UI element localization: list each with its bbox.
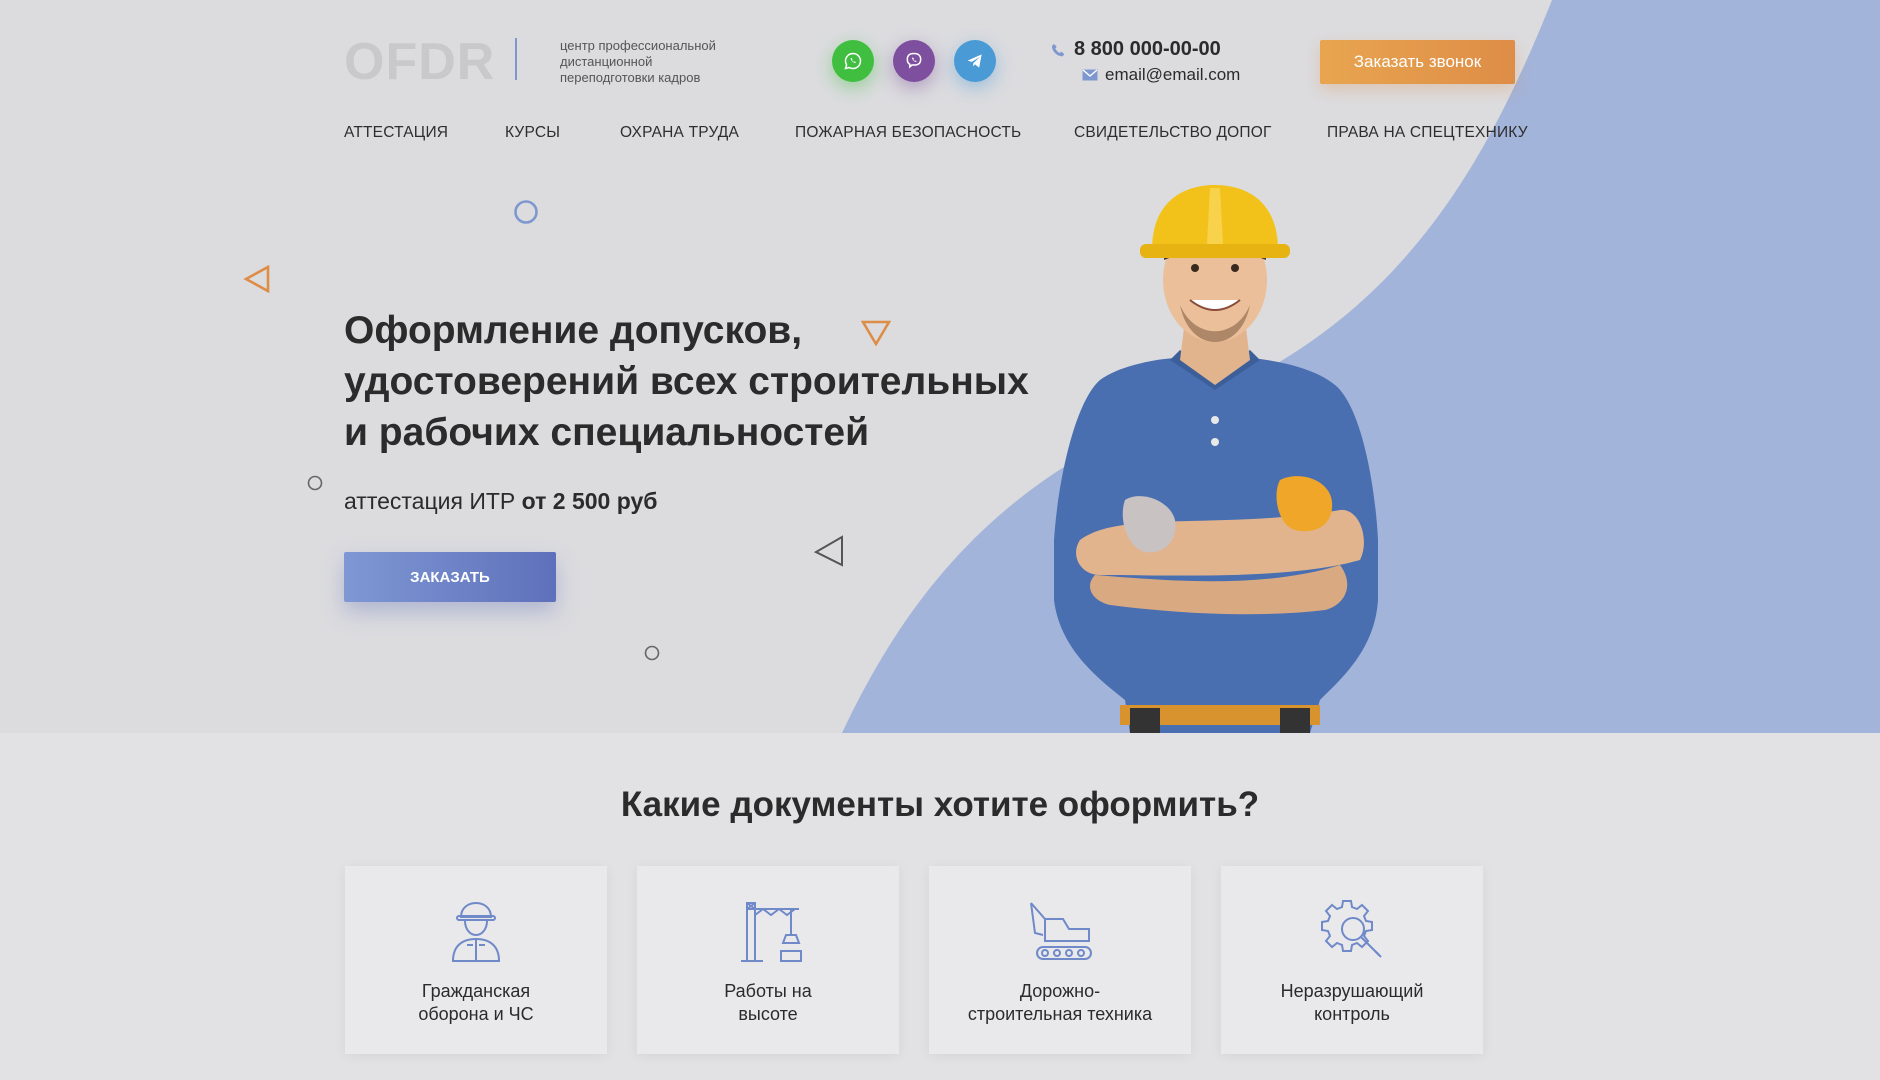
telegram-button[interactable]	[954, 40, 996, 82]
nav-item-dopog[interactable]: СВИДЕТЕЛЬСТВО ДОПОГ	[1074, 124, 1272, 142]
card-label-line-2: оборона и ЧС	[418, 1004, 534, 1024]
worker-icon	[451, 901, 501, 962]
nav-item-fire-safety[interactable]: ПОЖАРНАЯ БЕЗОПАСНОСТЬ	[795, 124, 1021, 142]
card-label-line-1: Дорожно-	[1019, 981, 1101, 1001]
price-text: аттестация ИТР от 2 500 руб	[344, 488, 657, 515]
viber-icon	[906, 52, 922, 69]
document-card-height-work[interactable]: Работы на высоте	[637, 866, 899, 1054]
document-card-civil-defense[interactable]: Гражданская оборона и ЧС	[345, 866, 607, 1054]
card-label-line-2: контроль	[1314, 1004, 1390, 1024]
email-address[interactable]: email@email.com	[1105, 65, 1240, 85]
order-button[interactable]: ЗАКАЗАТЬ	[344, 552, 556, 602]
phone-icon	[1052, 43, 1065, 56]
crane-icon	[741, 902, 802, 962]
nav-item-courses[interactable]: КУРСЫ	[505, 124, 560, 142]
email-contact[interactable]: email@email.com	[1082, 65, 1240, 85]
hero-headline: Оформление допусков, удостоверений всех …	[344, 305, 1044, 458]
card-label: Работы на высоте	[637, 980, 899, 1026]
telegram-icon	[967, 54, 982, 68]
worker-photo	[1054, 185, 1378, 733]
phone-contact[interactable]: 8 800 000-00-00	[1050, 38, 1221, 61]
nav-item-machinery-license[interactable]: ПРАВА НА СПЕЦТЕХНИКУ	[1327, 124, 1528, 142]
section-title: Какие документы хотите оформить?	[620, 785, 1260, 824]
tagline: центр профессиональной дистанционной пер…	[560, 38, 716, 85]
card-label: Дорожно- строительная техника	[929, 980, 1191, 1026]
card-label: Неразрушающий контроль	[1221, 980, 1483, 1026]
excavator-icon	[1030, 902, 1092, 960]
card-label-line-1: Гражданская	[421, 981, 531, 1001]
document-card-ndt[interactable]: Неразрушающий контроль	[1221, 866, 1483, 1054]
card-label-line-1: Неразрушающий	[1280, 981, 1424, 1001]
gear-search-icon	[1321, 900, 1382, 958]
card-label-line-2: высоте	[738, 1004, 798, 1024]
price-prefix: аттестация ИТР	[344, 488, 516, 514]
card-label-line-2: строительная техника	[967, 1004, 1153, 1024]
circle-decoration	[514, 200, 538, 224]
nav-item-labor-safety[interactable]: ОХРАНА ТРУДА	[620, 124, 739, 142]
circle-decoration	[644, 645, 660, 661]
mail-icon	[1082, 69, 1098, 81]
whatsapp-icon	[844, 52, 862, 70]
nav-item-attestation[interactable]: АТТЕСТАЦИЯ	[344, 124, 448, 142]
logo-divider	[515, 38, 517, 80]
phone-number[interactable]: 8 800 000-00-00	[1074, 38, 1221, 61]
whatsapp-button[interactable]	[832, 40, 874, 82]
viber-button[interactable]	[893, 40, 935, 82]
headline-line-1: Оформление допусков,	[344, 309, 803, 352]
document-card-road-machinery[interactable]: Дорожно- строительная техника	[929, 866, 1191, 1054]
logo[interactable]: OFDR	[344, 34, 495, 90]
headline-line-2: удостоверений всех строительных	[344, 360, 1029, 403]
triangle-decoration	[813, 535, 843, 567]
price-value: от 2 500 руб	[521, 488, 658, 514]
callback-button[interactable]: Заказать звонок	[1320, 40, 1515, 84]
card-label: Гражданская оборона и ЧС	[345, 980, 607, 1026]
circle-decoration	[307, 475, 323, 491]
card-label-line-1: Работы на	[724, 981, 812, 1001]
triangle-decoration	[243, 264, 270, 294]
headline-line-3: и рабочих специальностей	[344, 411, 870, 454]
